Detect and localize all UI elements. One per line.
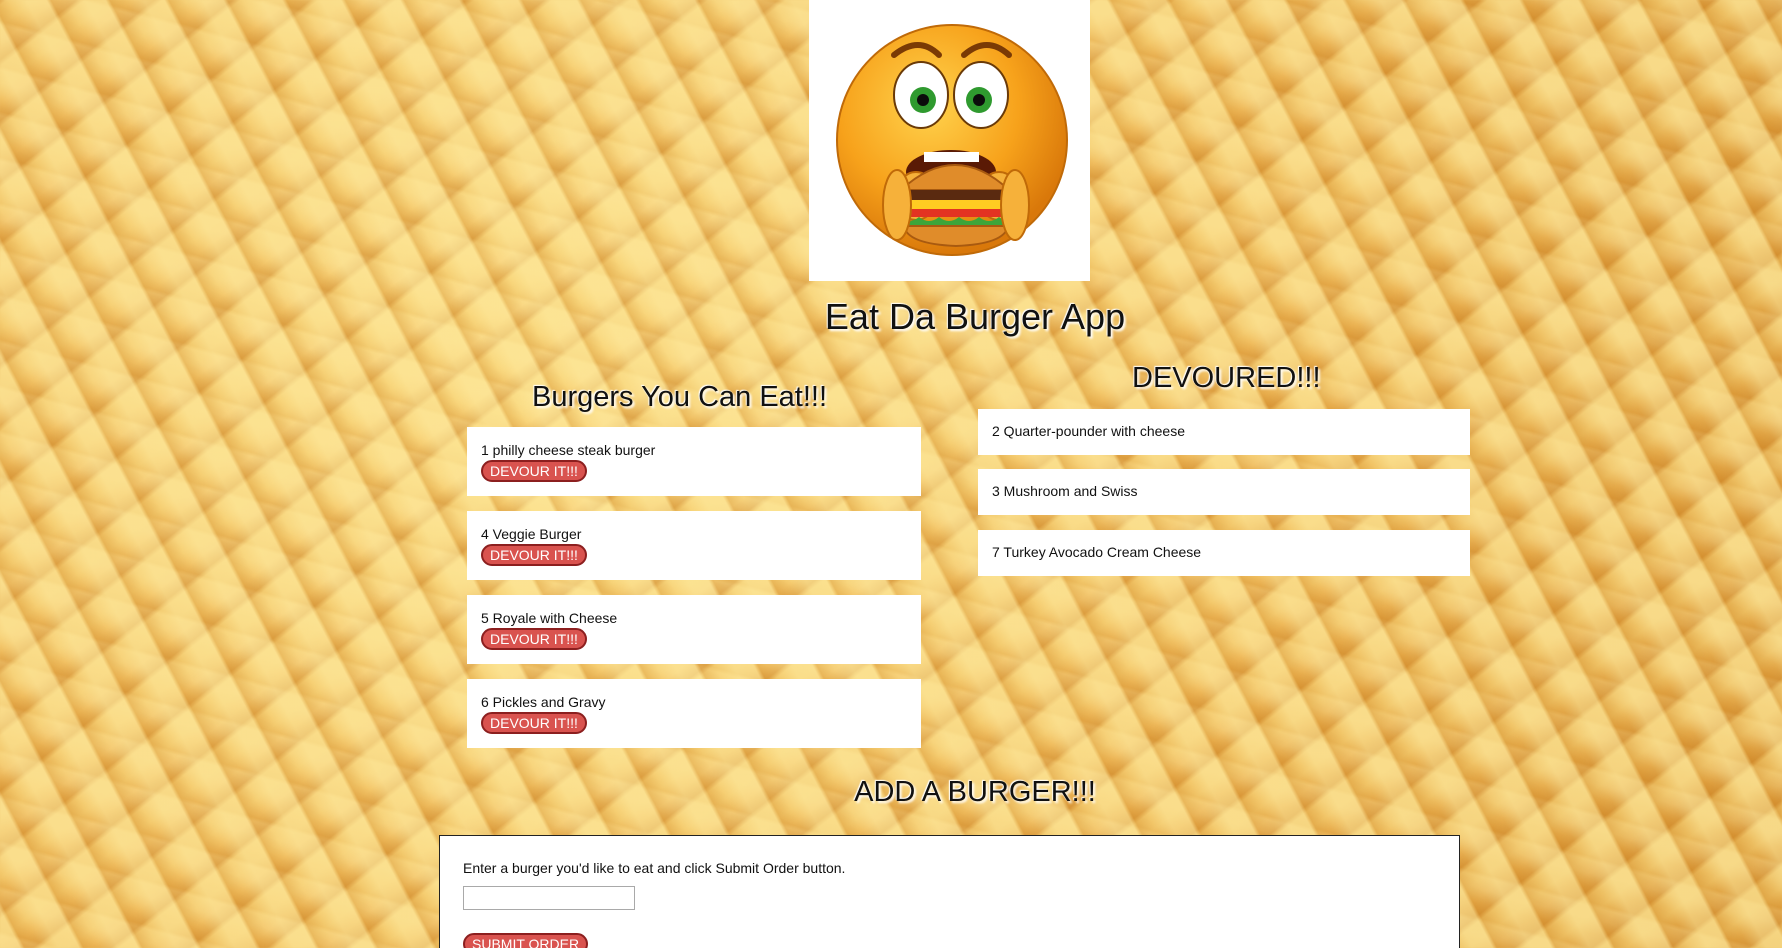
- burger-card: 6 Pickles and Gravy DEVOUR IT!!!: [467, 679, 921, 748]
- burger-name: 5 Royale with Cheese: [481, 610, 618, 626]
- burger-name: 1 philly cheese steak burger: [481, 442, 656, 458]
- devour-button[interactable]: DEVOUR IT!!!: [481, 628, 587, 650]
- burger-card: 5 Royale with Cheese DEVOUR IT!!!: [467, 595, 921, 664]
- devoured-card: 3 Mushroom and Swiss: [978, 469, 1470, 515]
- burger-card: 1 philly cheese steak burger DEVOUR IT!!…: [467, 427, 921, 496]
- add-burger-heading: ADD A BURGER!!!: [854, 776, 1096, 808]
- devoured-burger-name: 7 Turkey Avocado Cream Cheese: [992, 544, 1202, 560]
- devour-button[interactable]: DEVOUR IT!!!: [481, 544, 587, 566]
- devoured-burger-name: 2 Quarter-pounder with cheese: [992, 423, 1185, 439]
- add-burger-form: Enter a burger you'd like to eat and cli…: [439, 835, 1460, 948]
- emoji-eating-burger-icon: [836, 24, 1068, 256]
- submit-order-button[interactable]: SUBMIT ORDER: [463, 933, 589, 948]
- devour-button[interactable]: DEVOUR IT!!!: [481, 460, 587, 482]
- fries-background: { "app": { "title": "Eat Da Burger App",…: [0, 0, 1782, 948]
- burger-card: 4 Veggie Burger DEVOUR IT!!!: [467, 511, 921, 580]
- burgers-to-eat-heading: Burgers You Can Eat!!!: [532, 381, 828, 413]
- devoured-card: 7 Turkey Avocado Cream Cheese: [978, 530, 1470, 576]
- add-burger-instructions: Enter a burger you'd like to eat and cli…: [463, 860, 846, 876]
- burger-name: 6 Pickles and Gravy: [481, 694, 606, 710]
- devoured-card: 2 Quarter-pounder with cheese: [978, 409, 1470, 455]
- app-logo: [809, 0, 1090, 281]
- page-title: Eat Da Burger App: [824, 296, 1126, 337]
- devoured-burger-name: 3 Mushroom and Swiss: [992, 483, 1138, 499]
- devoured-heading: DEVOURED!!!: [1132, 362, 1321, 394]
- devour-button[interactable]: DEVOUR IT!!!: [481, 712, 587, 734]
- burger-name: 4 Veggie Burger: [481, 526, 582, 542]
- burger-name-input[interactable]: [463, 886, 635, 910]
